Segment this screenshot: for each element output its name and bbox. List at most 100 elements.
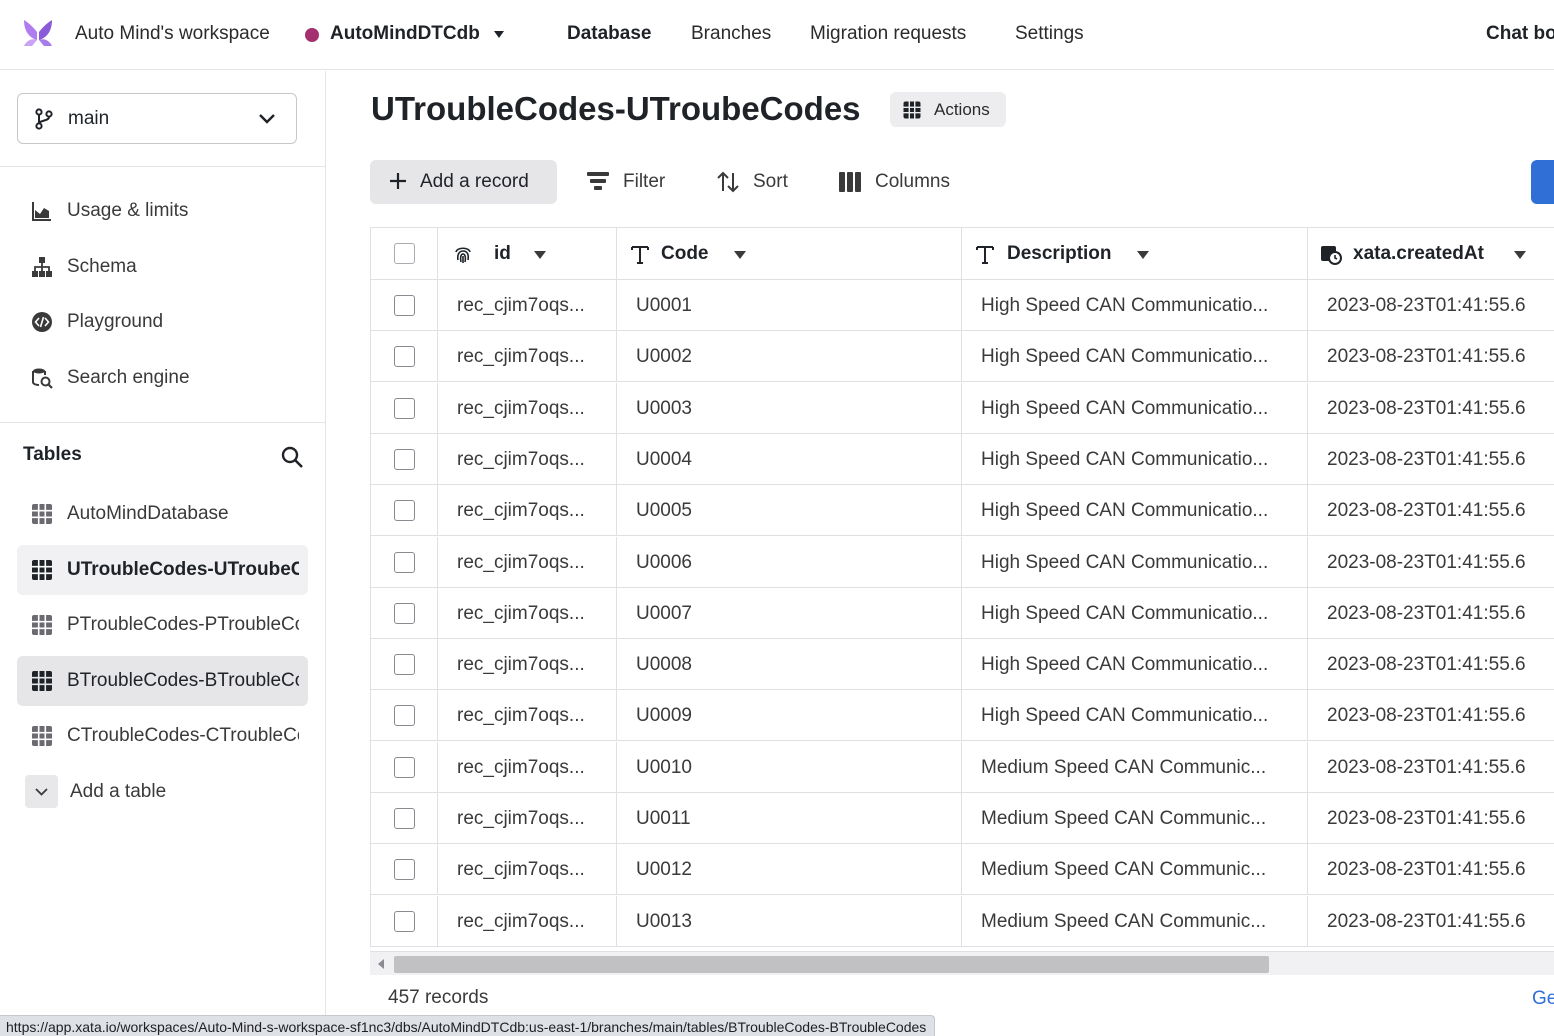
row-checkbox[interactable]: [394, 448, 415, 470]
scroll-left-arrow-icon[interactable]: [378, 959, 384, 969]
footer-link[interactable]: Ge: [1532, 988, 1554, 1010]
cell-code[interactable]: U0013: [617, 895, 962, 946]
nav-chatbot[interactable]: Chat bo: [1486, 23, 1554, 45]
primary-action-button[interactable]: [1531, 160, 1554, 204]
cell-code[interactable]: U0005: [617, 485, 962, 536]
cell-id[interactable]: rec_cjim7oqs...: [438, 587, 617, 638]
cell-id[interactable]: rec_cjim7oqs...: [438, 280, 617, 330]
cell-created-at[interactable]: 2023-08-23T01:41:55.6: [1308, 896, 1554, 946]
cell-id[interactable]: rec_cjim7oqs...: [438, 536, 617, 587]
cell-description[interactable]: Medium Speed CAN Communic...: [962, 895, 1308, 946]
caret-down-icon[interactable]: [494, 31, 504, 38]
cell-id[interactable]: rec_cjim7oqs...: [438, 382, 617, 433]
sidebar-table-autominddatabase[interactable]: AutoMindDatabase: [17, 489, 308, 539]
caret-down-icon[interactable]: [1137, 251, 1149, 259]
cell-created-at[interactable]: 2023-08-23T01:41:55.6: [1308, 639, 1554, 689]
add-table-toggle[interactable]: [25, 775, 58, 808]
sidebar-table-ctroublecodes[interactable]: CTroubleCodes-CTroubleCodes: [17, 711, 308, 761]
cell-created-at[interactable]: 2023-08-23T01:41:55.6: [1308, 742, 1554, 792]
horizontal-scrollbar[interactable]: [370, 951, 1554, 975]
cell-description[interactable]: High Speed CAN Communicatio...: [962, 690, 1308, 741]
row-checkbox[interactable]: [394, 808, 415, 829]
table-row[interactable]: rec_cjim7oqs... U0007 High Speed CAN Commu…: [371, 587, 1554, 639]
cell-created-at[interactable]: 2023-08-23T01:41:55.6: [1308, 690, 1554, 740]
row-checkbox[interactable]: [394, 910, 415, 932]
database-selector[interactable]: AutoMindDTCdb: [330, 23, 480, 45]
cell-created-at[interactable]: 2023-08-23T01:41:55.6: [1308, 280, 1554, 330]
row-checkbox[interactable]: [394, 859, 415, 881]
cell-description[interactable]: High Speed CAN Communicatio...: [962, 485, 1308, 536]
branch-selector[interactable]: main: [17, 93, 297, 144]
cell-code[interactable]: U0002: [617, 331, 962, 382]
table-row[interactable]: rec_cjim7oqs... U0009 High Speed CAN Commu…: [371, 690, 1554, 742]
table-row[interactable]: rec_cjim7oqs... U0008 High Speed CAN Commu…: [371, 639, 1554, 691]
cell-code[interactable]: U0007: [617, 587, 962, 638]
workspace-name[interactable]: Auto Mind's workspace: [75, 23, 270, 45]
cell-code[interactable]: U0009: [617, 690, 962, 741]
cell-id[interactable]: rec_cjim7oqs...: [438, 895, 617, 946]
row-checkbox[interactable]: [394, 602, 415, 624]
cell-created-at[interactable]: 2023-08-23T01:41:55.6: [1308, 793, 1554, 843]
sidebar-table-btroublecodes[interactable]: BTroubleCodes-BTroubleCodes: [17, 656, 308, 706]
cell-description[interactable]: High Speed CAN Communicatio...: [962, 433, 1308, 484]
nav-migration-requests[interactable]: Migration requests: [810, 23, 966, 45]
sort-button[interactable]: Sort: [716, 170, 798, 196]
sidebar-table-ptroublecodes[interactable]: PTroubleCodes-PTroubleCodes: [17, 600, 308, 650]
row-checkbox[interactable]: [394, 654, 415, 676]
row-checkbox[interactable]: [394, 551, 415, 573]
sidebar-item-usage[interactable]: Usage & limits: [17, 186, 308, 236]
column-header-description[interactable]: Description: [962, 228, 1308, 279]
cell-description[interactable]: High Speed CAN Communicatio...: [962, 536, 1308, 587]
column-header-id[interactable]: id: [438, 228, 617, 279]
cell-created-at[interactable]: 2023-08-23T01:41:55.6: [1308, 383, 1554, 433]
row-checkbox[interactable]: [394, 346, 415, 368]
row-checkbox[interactable]: [394, 295, 415, 316]
table-row[interactable]: rec_cjim7oqs... U0013 Medium Speed CAN Com…: [371, 895, 1554, 947]
cell-description[interactable]: Medium Speed CAN Communic...: [962, 793, 1308, 843]
cell-id[interactable]: rec_cjim7oqs...: [438, 433, 617, 484]
caret-down-icon[interactable]: [534, 251, 546, 259]
cell-created-at[interactable]: 2023-08-23T01:41:55.6: [1308, 537, 1554, 587]
row-checkbox[interactable]: [394, 756, 415, 778]
table-row[interactable]: rec_cjim7oqs... U0001 High Speed CAN Commu…: [371, 280, 1554, 331]
table-row[interactable]: rec_cjim7oqs... U0006 High Speed CAN Commu…: [371, 536, 1554, 588]
add-table-button[interactable]: Add a table: [70, 781, 166, 803]
cell-description[interactable]: High Speed CAN Communicatio...: [962, 331, 1308, 382]
cell-code[interactable]: U0006: [617, 536, 962, 587]
row-checkbox[interactable]: [394, 397, 415, 419]
add-record-button[interactable]: Add a record: [370, 160, 557, 204]
cell-created-at[interactable]: 2023-08-23T01:41:55.6: [1308, 485, 1554, 535]
table-row[interactable]: rec_cjim7oqs... U0004 High Speed CAN Commu…: [371, 433, 1554, 485]
sidebar-item-playground[interactable]: Playground: [17, 297, 308, 347]
cell-created-at[interactable]: 2023-08-23T01:41:55.6: [1308, 844, 1554, 894]
cell-created-at[interactable]: 2023-08-23T01:41:55.6: [1308, 434, 1554, 484]
cell-code[interactable]: U0010: [617, 741, 962, 792]
cell-id[interactable]: rec_cjim7oqs...: [438, 639, 617, 690]
cell-created-at[interactable]: 2023-08-23T01:41:55.6: [1308, 331, 1554, 381]
cell-id[interactable]: rec_cjim7oqs...: [438, 331, 617, 382]
cell-created-at[interactable]: 2023-08-23T01:41:55.6: [1308, 588, 1554, 638]
cell-description[interactable]: High Speed CAN Communicatio...: [962, 587, 1308, 638]
sidebar-item-search-engine[interactable]: Search engine: [17, 353, 308, 403]
columns-button[interactable]: Columns: [838, 170, 962, 196]
cell-description[interactable]: Medium Speed CAN Communic...: [962, 844, 1308, 895]
nav-settings[interactable]: Settings: [1015, 23, 1084, 45]
sidebar-table-utroublecodes[interactable]: UTroubleCodes-UTroubeCodes: [17, 545, 308, 595]
caret-down-icon[interactable]: [734, 251, 746, 259]
scrollbar-thumb[interactable]: [394, 956, 1269, 973]
cell-id[interactable]: rec_cjim7oqs...: [438, 690, 617, 741]
table-row[interactable]: rec_cjim7oqs... U0011 Medium Speed CAN Com…: [371, 793, 1554, 844]
cell-code[interactable]: U0012: [617, 844, 962, 895]
filter-button[interactable]: Filter: [586, 170, 676, 196]
column-header-code[interactable]: Code: [617, 228, 962, 279]
column-header-createdat[interactable]: xata.createdAt: [1308, 228, 1554, 279]
sidebar-item-schema[interactable]: Schema: [17, 242, 308, 292]
cell-description[interactable]: High Speed CAN Communicatio...: [962, 382, 1308, 433]
xata-logo-icon[interactable]: [22, 18, 54, 48]
cell-description[interactable]: Medium Speed CAN Communic...: [962, 741, 1308, 792]
row-checkbox[interactable]: [394, 705, 415, 727]
nav-branches[interactable]: Branches: [691, 23, 771, 45]
cell-description[interactable]: High Speed CAN Communicatio...: [962, 639, 1308, 690]
table-row[interactable]: rec_cjim7oqs... U0010 Medium Speed CAN Com…: [371, 741, 1554, 793]
search-icon[interactable]: [280, 445, 304, 469]
